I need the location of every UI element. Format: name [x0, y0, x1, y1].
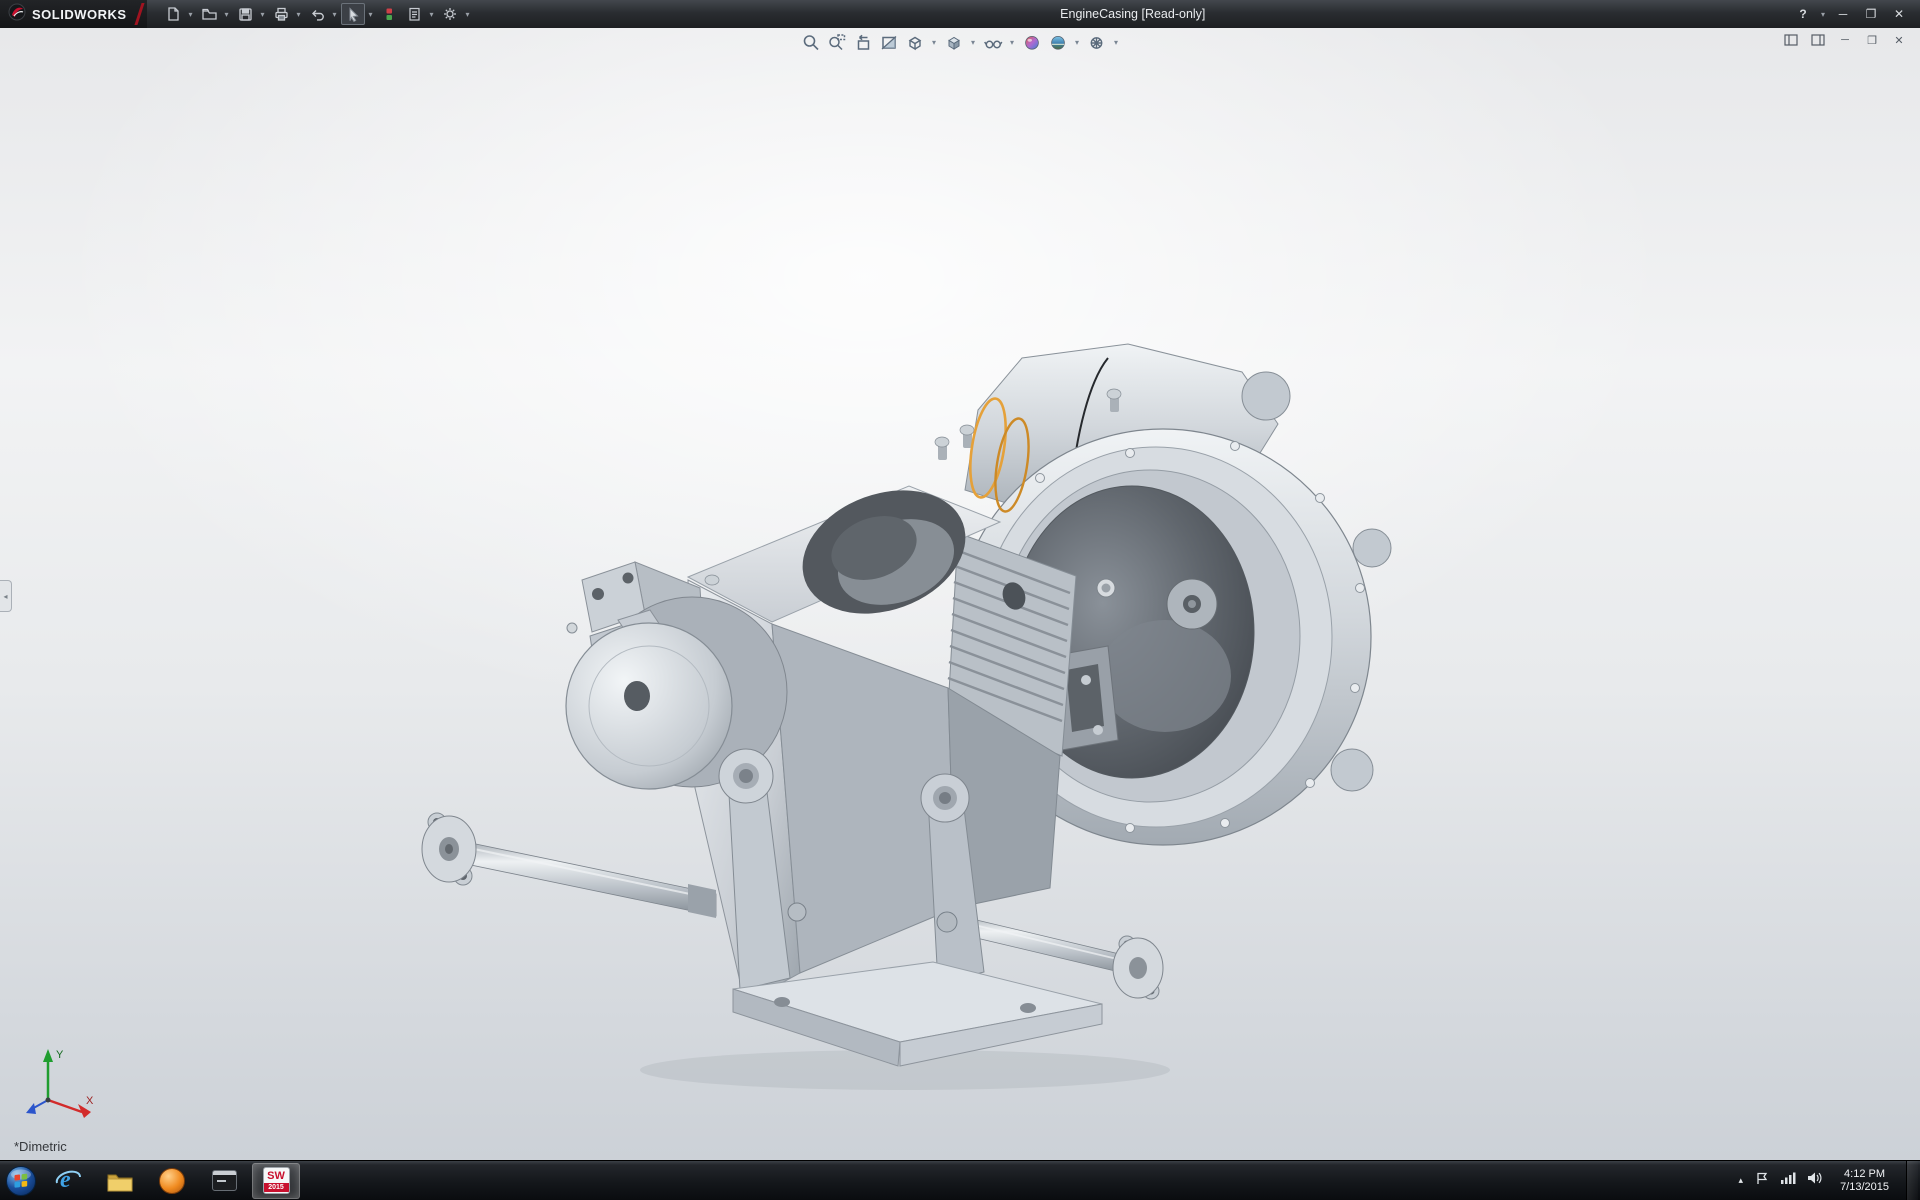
help-button[interactable]: ?: [1790, 3, 1816, 25]
titlebar: SOLIDWORKS ▾ ▾ ▾: [0, 0, 1920, 28]
chevron-down-icon[interactable]: ▾: [186, 10, 196, 19]
solidworks-window: SOLIDWORKS ▾ ▾ ▾: [0, 0, 1920, 1200]
open-button[interactable]: [197, 3, 221, 25]
solidworks-brand: SOLIDWORKS: [0, 0, 147, 28]
taskbar-clock[interactable]: 4:12 PM 7/13/2015: [1834, 1168, 1895, 1194]
window-controls: ? ▾ ─ ❐ ✕: [1790, 3, 1920, 25]
heads-up-view-toolbar: ▾ ▾ ▾: [800, 31, 1121, 53]
zoom-to-fit-button[interactable]: [800, 31, 822, 53]
folder-icon: [106, 1169, 134, 1193]
hide-show-items-button[interactable]: [982, 31, 1004, 53]
window-title: EngineCasing [Read-only]: [1060, 7, 1205, 21]
clock-time: 4:12 PM: [1840, 1168, 1889, 1181]
feature-pane-left-icon[interactable]: [1782, 32, 1800, 48]
restore-button[interactable]: ❐: [1858, 3, 1884, 25]
system-tray: ▴ 4:12 PM 7/13/2015: [1739, 1161, 1920, 1200]
print-button[interactable]: [269, 3, 293, 25]
show-desktop-button[interactable]: [1906, 1161, 1918, 1200]
internet-explorer-button[interactable]: e: [44, 1163, 92, 1199]
clock-date: 7/13/2015: [1840, 1181, 1889, 1194]
chevron-down-icon[interactable]: ▾: [969, 38, 978, 47]
view-settings-button[interactable]: [1086, 31, 1108, 53]
chevron-down-icon[interactable]: ▾: [1073, 38, 1082, 47]
undo-button[interactable]: [305, 3, 329, 25]
chevron-down-icon[interactable]: ▾: [427, 10, 437, 19]
command-prompt-button[interactable]: [200, 1163, 248, 1199]
minimize-button[interactable]: ─: [1830, 3, 1856, 25]
previous-view-button[interactable]: [852, 31, 874, 53]
triad-x-label: X: [86, 1095, 94, 1107]
brand-text: SOLIDWORKS: [32, 7, 127, 22]
featuremanager-collapse-tab[interactable]: ◂: [0, 580, 12, 612]
file-properties-button[interactable]: [402, 3, 426, 25]
new-document-button[interactable]: [161, 3, 185, 25]
close-doc-button[interactable]: ✕: [1890, 32, 1908, 48]
select-button[interactable]: [341, 3, 365, 25]
volume-icon[interactable]: [1807, 1171, 1823, 1190]
view-orientation-label: *Dimetric: [14, 1139, 67, 1154]
triad-y-label: Y: [56, 1049, 64, 1061]
apply-scene-button[interactable]: [1047, 31, 1069, 53]
media-player-icon: [159, 1168, 185, 1194]
zoom-to-area-button[interactable]: [826, 31, 848, 53]
rebuild-button[interactable]: [377, 3, 401, 25]
options-button[interactable]: [438, 3, 462, 25]
network-icon[interactable]: [1780, 1171, 1796, 1190]
windows-explorer-button[interactable]: [96, 1163, 144, 1199]
show-hidden-icons-button[interactable]: ▴: [1739, 1175, 1744, 1186]
chevron-down-icon[interactable]: ▾: [366, 10, 376, 19]
chevron-down-icon[interactable]: ▾: [1112, 38, 1121, 47]
start-button[interactable]: [0, 1161, 42, 1200]
chevron-down-icon[interactable]: ▾: [1008, 38, 1017, 47]
orientation-triad: Y X: [16, 1040, 102, 1126]
action-center-icon[interactable]: [1754, 1171, 1769, 1191]
windows-taskbar: e SW 2015 ▴: [0, 1160, 1920, 1200]
chevron-down-icon[interactable]: ▾: [1818, 10, 1828, 19]
display-style-button[interactable]: [943, 31, 965, 53]
solidworks-taskbar-button[interactable]: SW 2015: [252, 1163, 300, 1199]
view-orientation-button[interactable]: [904, 31, 926, 53]
chevron-down-icon[interactable]: ▾: [463, 10, 473, 19]
chevron-down-icon[interactable]: ▾: [258, 10, 268, 19]
internet-explorer-icon: e: [54, 1167, 82, 1195]
feature-pane-right-icon[interactable]: [1809, 32, 1827, 48]
minimize-doc-button[interactable]: ─: [1836, 32, 1854, 48]
edit-appearance-button[interactable]: [1021, 31, 1043, 53]
left-shaft[interactable]: [422, 813, 716, 918]
engine-casing-model[interactable]: [0, 28, 1920, 1160]
solidworks-app-icon: SW 2015: [263, 1167, 290, 1194]
close-button[interactable]: ✕: [1886, 3, 1912, 25]
dassault-logo-icon: [8, 3, 26, 26]
media-player-button[interactable]: [148, 1163, 196, 1199]
main-toolbar: ▾ ▾ ▾ ▾: [161, 3, 473, 25]
document-window-controls: ─ ❐ ✕: [1782, 32, 1908, 48]
command-prompt-icon: [212, 1170, 237, 1191]
save-button[interactable]: [233, 3, 257, 25]
chevron-down-icon[interactable]: ▾: [930, 38, 939, 47]
chevron-down-icon[interactable]: ▾: [294, 10, 304, 19]
section-view-button[interactable]: [878, 31, 900, 53]
chevron-down-icon[interactable]: ▾: [222, 10, 232, 19]
restore-doc-button[interactable]: ❐: [1863, 32, 1881, 48]
chevron-down-icon[interactable]: ▾: [330, 10, 340, 19]
graphics-viewport[interactable]: ▾ ▾ ▾: [0, 28, 1920, 1160]
